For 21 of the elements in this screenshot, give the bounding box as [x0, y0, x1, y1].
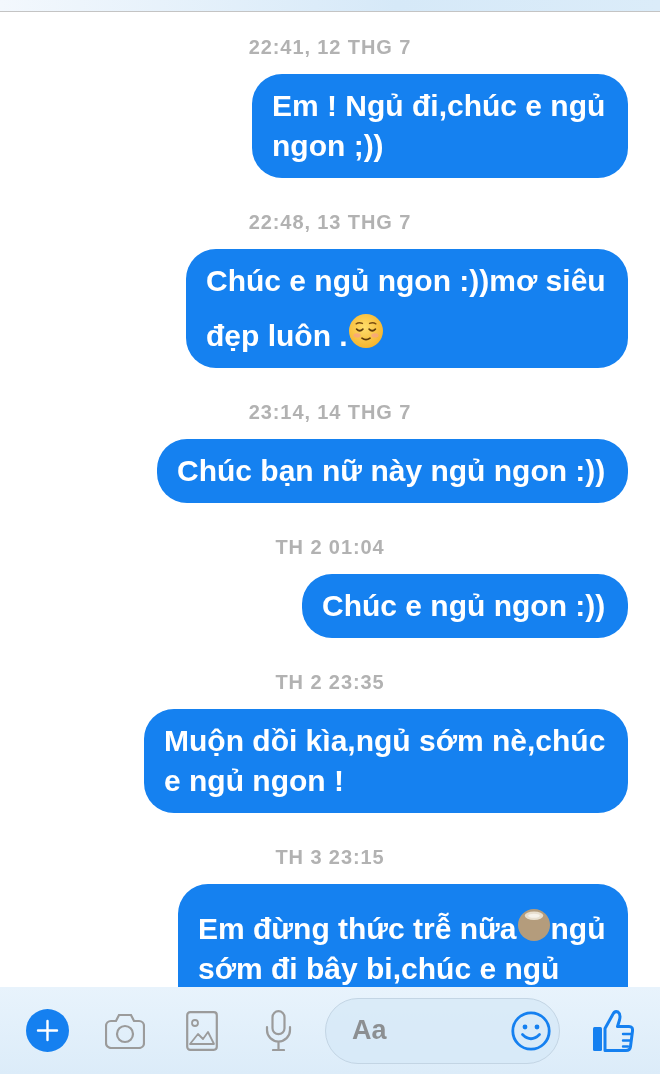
- message-text: Muộn dồi kìa,ngủ sớm nè,chúc e ngủ ngon !: [164, 723, 607, 799]
- smiley-icon[interactable]: [511, 1010, 551, 1051]
- message-timestamp: 22:41, 12 THG 7: [248, 35, 412, 59]
- relieved-face-icon: [348, 314, 383, 348]
- message-timestamp: 22:48, 13 THG 7: [248, 210, 412, 234]
- message-text: Chúc bạn nữ này ngủ ngon :)): [177, 453, 607, 489]
- message-timestamp: TH 3 23:15: [275, 845, 385, 869]
- message-text: Chúc e ngủ ngon :))mơ siêu đẹp luôn .: [206, 263, 607, 354]
- blurred-emoji-icon: [517, 909, 550, 941]
- message-timestamp: TH 2 23:35: [275, 670, 385, 694]
- message-text: Em ! Ngủ đi,chúc e ngủ ngon ;)): [272, 88, 607, 164]
- message-text: Chúc e ngủ ngon :)): [322, 588, 607, 624]
- microphone-icon[interactable]: [265, 1010, 292, 1051]
- message-text: Em đừng thức trễ nữa ngủ sớm đi bây bi,chúc e ngủ: [198, 896, 607, 987]
- camera-icon[interactable]: [105, 1012, 145, 1049]
- message-timestamp: TH 2 01:04: [275, 535, 385, 559]
- thumbs-up-icon[interactable]: [592, 1009, 634, 1052]
- plus-icon[interactable]: [26, 1009, 69, 1052]
- message-input[interactable]: Aa: [325, 997, 560, 1064]
- message-timestamp: 23:14, 14 THG 7: [248, 400, 412, 424]
- image-icon[interactable]: [186, 1010, 218, 1051]
